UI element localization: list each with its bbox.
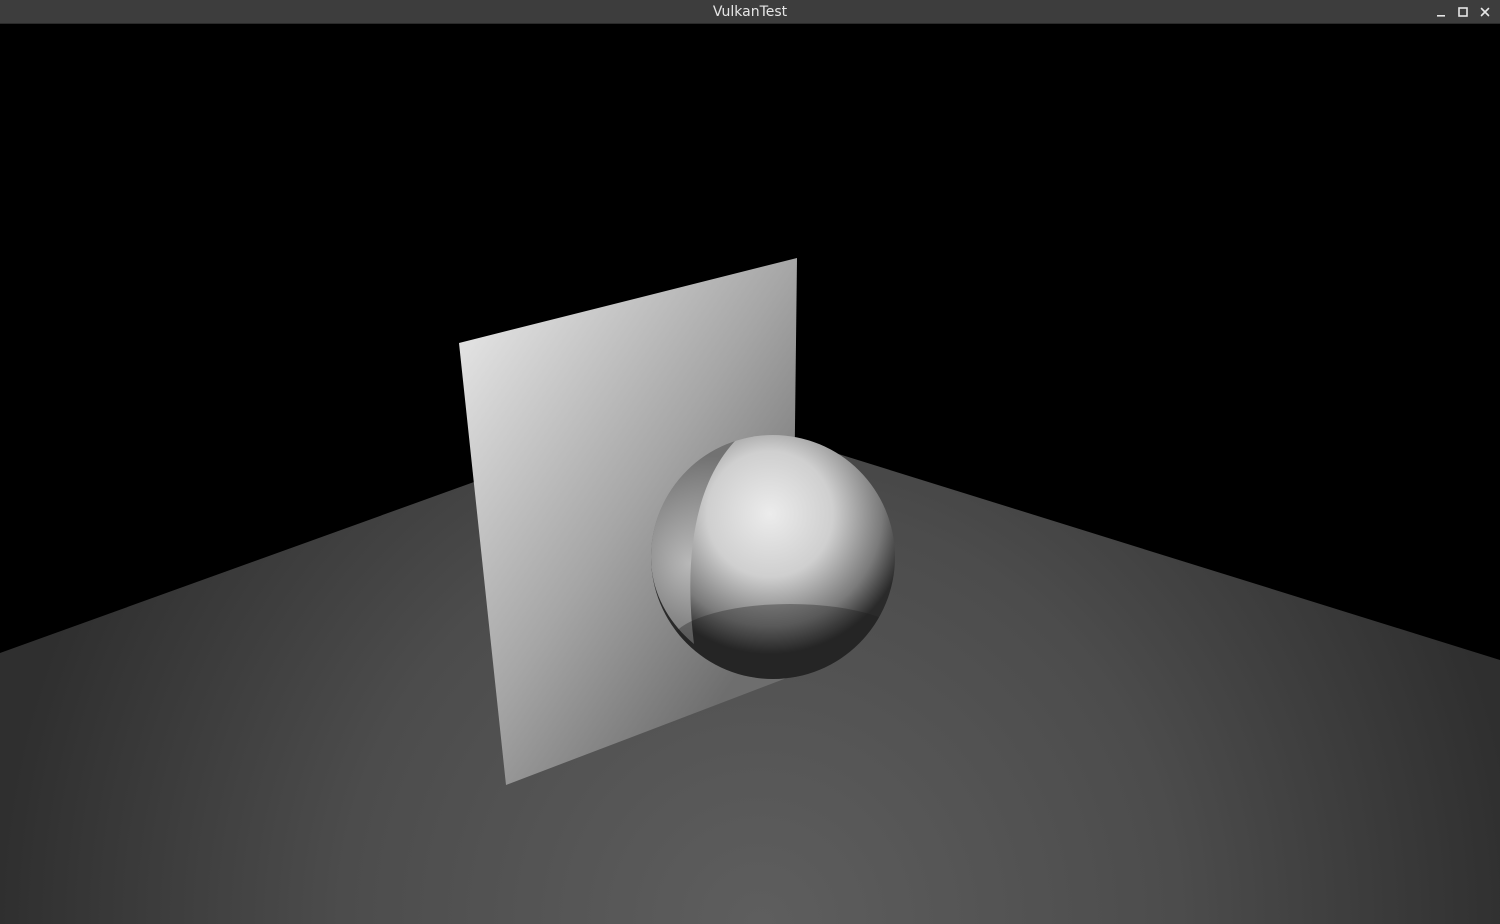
app-window: VulkanTest <box>0 0 1500 924</box>
close-button[interactable] <box>1476 3 1494 21</box>
maximize-button[interactable] <box>1454 3 1472 21</box>
window-title: VulkanTest <box>712 4 788 20</box>
scene-canvas <box>0 24 1500 924</box>
minimize-button[interactable] <box>1432 3 1450 21</box>
close-icon <box>1480 7 1490 17</box>
title-bar[interactable]: VulkanTest <box>0 0 1500 24</box>
minimize-icon <box>1437 15 1445 17</box>
render-viewport[interactable] <box>0 24 1500 924</box>
window-controls <box>1432 0 1494 24</box>
maximize-icon <box>1458 7 1468 17</box>
